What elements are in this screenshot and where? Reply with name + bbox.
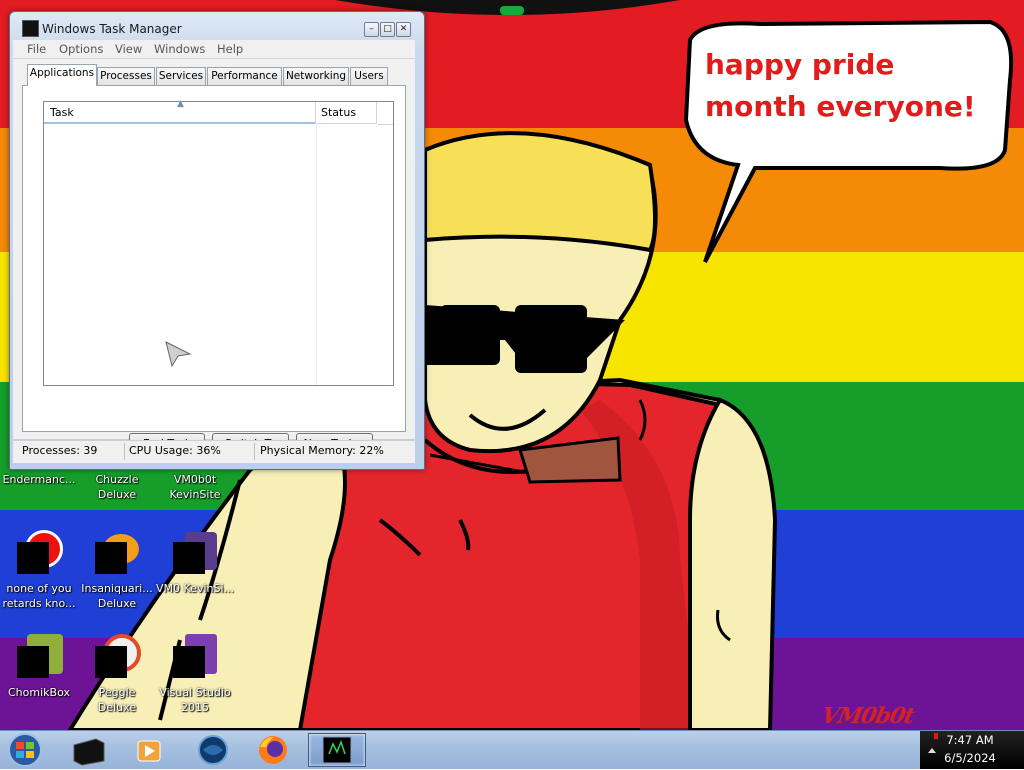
menu-bar: File Options View Windows Help	[13, 40, 415, 59]
tab-processes[interactable]: Processes	[97, 67, 155, 85]
desktop-icon-label: VM0b0t KevinSite	[169, 473, 221, 501]
mouse-cursor-icon	[165, 341, 192, 368]
status-processes: Processes: 39	[22, 444, 98, 457]
speech-bubble-text: happy pride month everyone!	[705, 48, 976, 123]
folder-icon	[73, 738, 105, 766]
maximize-button[interactable]: □	[380, 22, 395, 37]
desktop-icon-chuzzle[interactable]: Chuzzle Deluxe	[78, 472, 156, 502]
taskbar-media-player-button[interactable]	[122, 733, 176, 767]
menu-options[interactable]: Options	[59, 42, 103, 56]
column-header-filler	[378, 102, 393, 125]
taskbar-globe-button[interactable]	[186, 733, 240, 767]
desktop-icon-visual-studio[interactable]: Visual Studio 2015	[156, 634, 234, 715]
desktop-icon-vm0-kevinsite[interactable]: VM0 KevinSi...	[156, 530, 234, 596]
column-header-task[interactable]: ▲ Task	[44, 99, 316, 124]
desktop-icon-label: Endermanc...	[2, 473, 76, 486]
tab-networking[interactable]: Networking	[283, 67, 349, 85]
menu-view[interactable]: View	[115, 42, 142, 56]
task-list[interactable]: ▲ Task Status	[43, 99, 394, 386]
column-header-task-label: Task	[50, 106, 74, 119]
firefox-icon	[259, 736, 287, 764]
status-cpu-usage: CPU Usage: 36%	[129, 444, 221, 457]
task-manager-app-icon	[22, 20, 39, 37]
title-bar[interactable]: Windows Task Manager – □ ✕	[10, 12, 424, 40]
tab-services[interactable]: Services	[156, 67, 206, 85]
column-divider	[316, 124, 317, 385]
menu-help[interactable]: Help	[217, 42, 243, 56]
desktop-icon-label: Insaniquari... Deluxe	[81, 582, 153, 610]
clock-date[interactable]: 6/5/2024	[930, 751, 1010, 765]
chomikbox-icon	[15, 634, 63, 682]
peggle-icon	[93, 634, 141, 682]
task-manager-body: Applications Processes Services Performa…	[13, 59, 415, 454]
taskbar-folder-button[interactable]	[62, 733, 116, 767]
tab-users[interactable]: Users	[350, 67, 388, 85]
red-circle-icon	[15, 530, 63, 578]
watermark-text: VM0b0t	[819, 703, 917, 729]
visual-studio-icon	[171, 634, 219, 682]
status-bar: Processes: 39 CPU Usage: 36% Physical Me…	[13, 440, 415, 463]
desktop-icon-label: VM0 KevinSi...	[156, 582, 235, 595]
clock-time[interactable]: 7:47 AM	[930, 733, 1010, 747]
status-separator	[254, 443, 255, 460]
desktop-icon-label: Visual Studio 2015	[159, 686, 231, 714]
status-separator	[124, 443, 125, 460]
close-button[interactable]: ✕	[396, 22, 411, 37]
applications-panel: ▲ Task Status End Task Switch To New Tas…	[22, 85, 406, 454]
shortcut-icon	[171, 530, 219, 578]
taskbar-firefox-button[interactable]	[246, 733, 300, 767]
taskbar	[0, 730, 1024, 769]
taskbar-task-manager-button[interactable]	[308, 733, 366, 767]
desktop-icon-endermanch[interactable]: Endermanc...	[0, 472, 78, 487]
desktop-icon-label: none of you retards kno...	[2, 582, 76, 610]
desktop-icon-peggle[interactable]: Peggle Deluxe	[78, 634, 156, 715]
desktop-icon-label: Peggle Deluxe	[97, 686, 137, 714]
tab-performance[interactable]: Performance	[207, 67, 282, 85]
window-title: Windows Task Manager	[42, 22, 182, 36]
desktop-icon-red-circle[interactable]: none of you retards kno...	[0, 530, 78, 611]
start-orb-icon[interactable]	[5, 732, 45, 768]
desktop-icon-insaniquarium[interactable]: Insaniquari... Deluxe	[78, 530, 156, 611]
desktop-icon-label: ChomikBox	[8, 686, 70, 699]
globe-icon	[198, 735, 228, 765]
desktop-icon-chomikbox[interactable]: ChomikBox	[0, 634, 78, 700]
menu-file[interactable]: File	[27, 42, 46, 56]
task-manager-icon	[322, 736, 352, 764]
task-manager-window[interactable]: Windows Task Manager – □ ✕ File Options …	[9, 11, 425, 470]
tab-applications[interactable]: Applications	[27, 64, 97, 86]
insaniquarium-icon	[93, 530, 141, 578]
menu-windows[interactable]: Windows	[154, 42, 205, 56]
column-header-status[interactable]: Status	[317, 102, 377, 124]
desktop-icon-kevinsite[interactable]: VM0b0t KevinSite	[156, 472, 234, 502]
media-player-icon	[137, 740, 161, 762]
sort-up-icon: ▲	[177, 99, 184, 109]
desktop-icon-label: Chuzzle Deluxe	[95, 473, 139, 501]
minimize-button[interactable]: –	[364, 22, 379, 37]
status-physical-memory: Physical Memory: 22%	[260, 444, 384, 457]
